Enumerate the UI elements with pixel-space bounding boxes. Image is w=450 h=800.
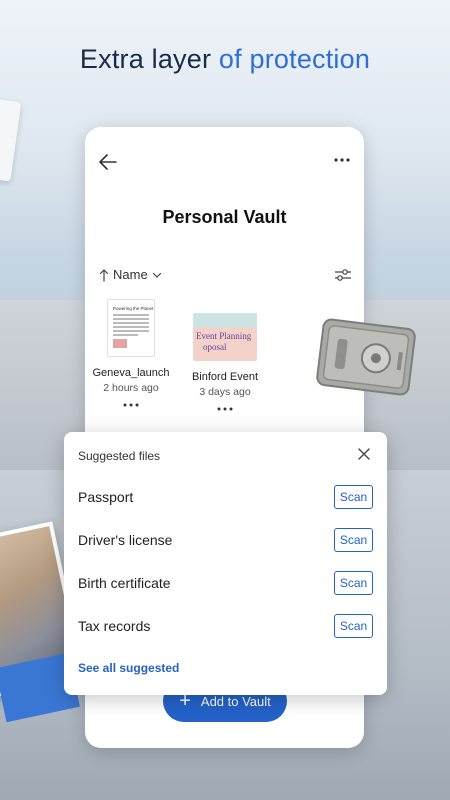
suggested-item-label: Tax records [78,618,151,634]
thumbnail-text: Event Planning [196,331,252,341]
sort-control[interactable]: Name [99,267,162,282]
file-thumbnail: Powering the Planet [107,299,155,357]
more-options-icon[interactable] [217,406,233,412]
scan-button[interactable]: Scan [334,614,373,638]
headline-part-2: of protection [218,44,371,74]
chevron-down-icon [152,272,161,278]
page-title: Personal Vault [162,207,287,227]
suggested-item-birth-certificate: Birth certificate Scan [78,571,373,595]
file-name: Binford Event [191,371,259,383]
add-to-vault-label: Add to Vault [200,693,271,709]
decorative-card [0,98,22,182]
headline-part-1: Extra layer [79,44,219,74]
scan-button[interactable]: Scan [334,571,373,595]
file-item[interactable]: Powering the Planet Geneva_launch 2 hour… [81,299,181,413]
thumbnail-text: oposal [203,342,227,352]
more-options-icon[interactable] [123,402,139,408]
suggested-item-label: Passport [78,489,134,505]
file-time: 3 days ago [199,386,251,398]
back-arrow-icon[interactable] [97,151,119,173]
close-icon[interactable] [357,447,371,461]
suggested-item-drivers-license: Driver's license Scan [78,528,373,552]
scan-button[interactable]: Scan [334,528,373,552]
file-time: 2 hours ago [103,382,159,394]
file-name: Geneva_launch [92,367,170,379]
see-all-suggested-link[interactable]: See all suggested [78,661,179,675]
suggested-item-label: Driver's license [78,532,173,548]
suggested-item-label: Birth certificate [78,575,171,591]
sort-arrow-icon [99,268,109,282]
sort-label: Name [113,267,148,282]
filter-sliders-icon[interactable] [334,266,352,284]
suggested-files-panel: Suggested files Passport Scan Driver's l… [64,432,387,695]
suggested-item-passport: Passport Scan [78,485,373,509]
suggested-item-tax-records: Tax records Scan [78,614,373,638]
file-item[interactable]: Event Planning oposal Binford Event 3 da… [175,299,275,417]
panel-title: Suggested files [78,449,161,463]
scan-button[interactable]: Scan [334,485,373,509]
headline: Extra layer of protection [0,44,450,75]
more-options-icon[interactable] [334,157,350,163]
safe-icon [316,318,416,396]
file-thumbnail: Event Planning oposal [193,313,257,361]
thumbnail-heading: Powering the Planet [113,306,154,311]
